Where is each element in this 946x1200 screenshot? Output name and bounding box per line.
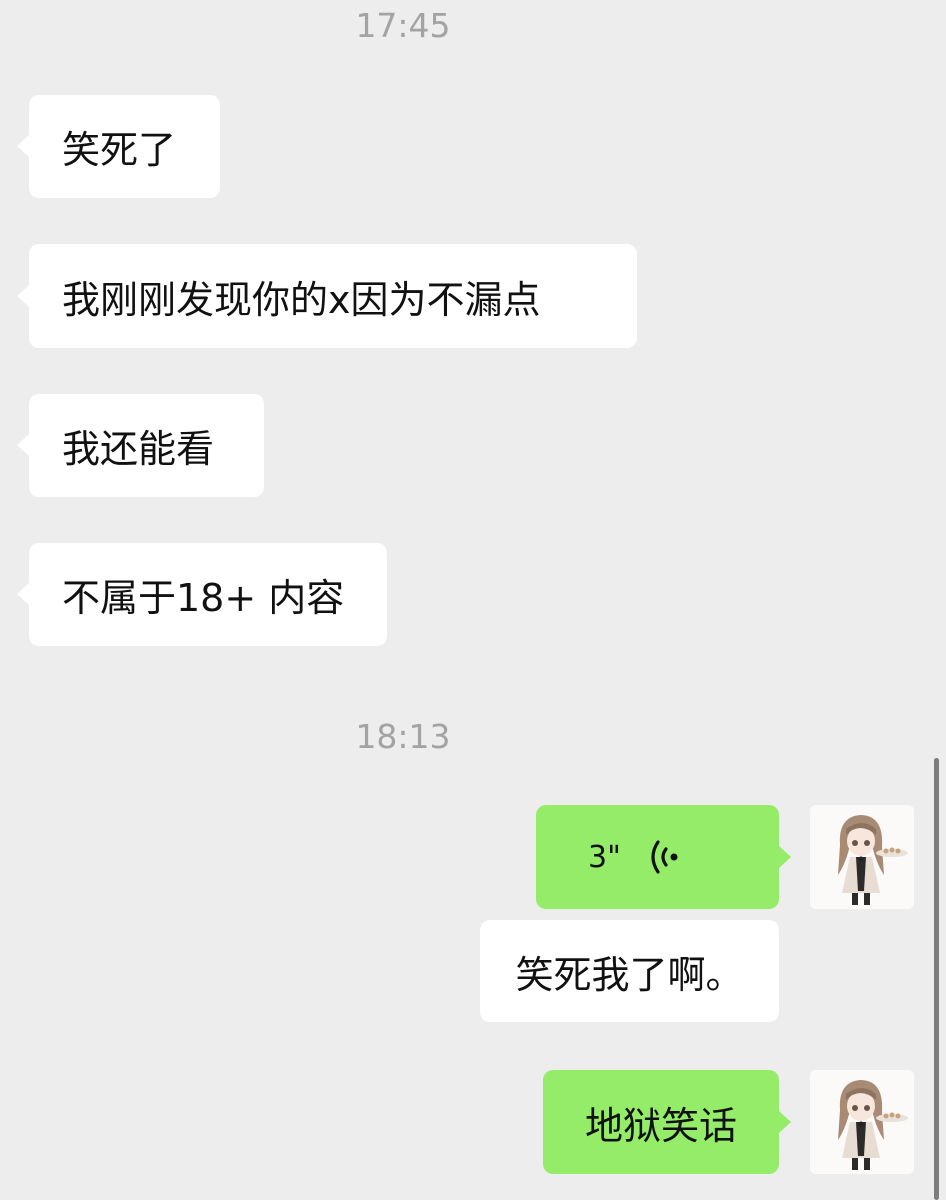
- message-text: 我刚刚发现你的x因为不漏点: [62, 277, 541, 322]
- message-text: 地狱笑话: [584, 1103, 737, 1148]
- bubble-tail: [779, 846, 791, 868]
- timestamp: 18:13: [355, 717, 451, 756]
- scrollbar[interactable]: [934, 758, 939, 1200]
- user-avatar[interactable]: [810, 1070, 914, 1174]
- voice-duration: 3": [588, 839, 621, 875]
- bubble-tail: [17, 583, 29, 605]
- user-avatar[interactable]: [810, 805, 914, 909]
- message-bubble-incoming[interactable]: 不属于18+ 内容: [17, 543, 387, 646]
- anime-girl-avatar-icon: [810, 1070, 914, 1174]
- message-text: 我还能看: [62, 427, 215, 471]
- timestamp: 17:45: [355, 6, 451, 45]
- bubble-tail: [779, 1111, 791, 1133]
- message-bubble-incoming[interactable]: 我刚刚发现你的x因为不漏点: [17, 244, 637, 348]
- message-text: 笑死了: [62, 128, 177, 172]
- message-bubble-incoming[interactable]: 笑死了: [17, 95, 220, 198]
- message-text: 不属于18+ 内容: [62, 576, 345, 620]
- bubble-tail: [17, 434, 29, 456]
- voice-message-bubble[interactable]: 3": [536, 805, 791, 909]
- message-bubble-incoming[interactable]: 我还能看: [17, 394, 264, 497]
- message-bubble[interactable]: 笑死我了啊。: [480, 920, 779, 1022]
- message-bubble-outgoing[interactable]: 地狱笑话: [543, 1070, 791, 1174]
- bubble-tail: [17, 135, 29, 157]
- bubble-tail: [17, 285, 29, 307]
- anime-girl-avatar-icon: [810, 805, 914, 909]
- voice-wave-icon: [649, 837, 679, 877]
- message-text: 笑死我了啊。: [515, 952, 744, 997]
